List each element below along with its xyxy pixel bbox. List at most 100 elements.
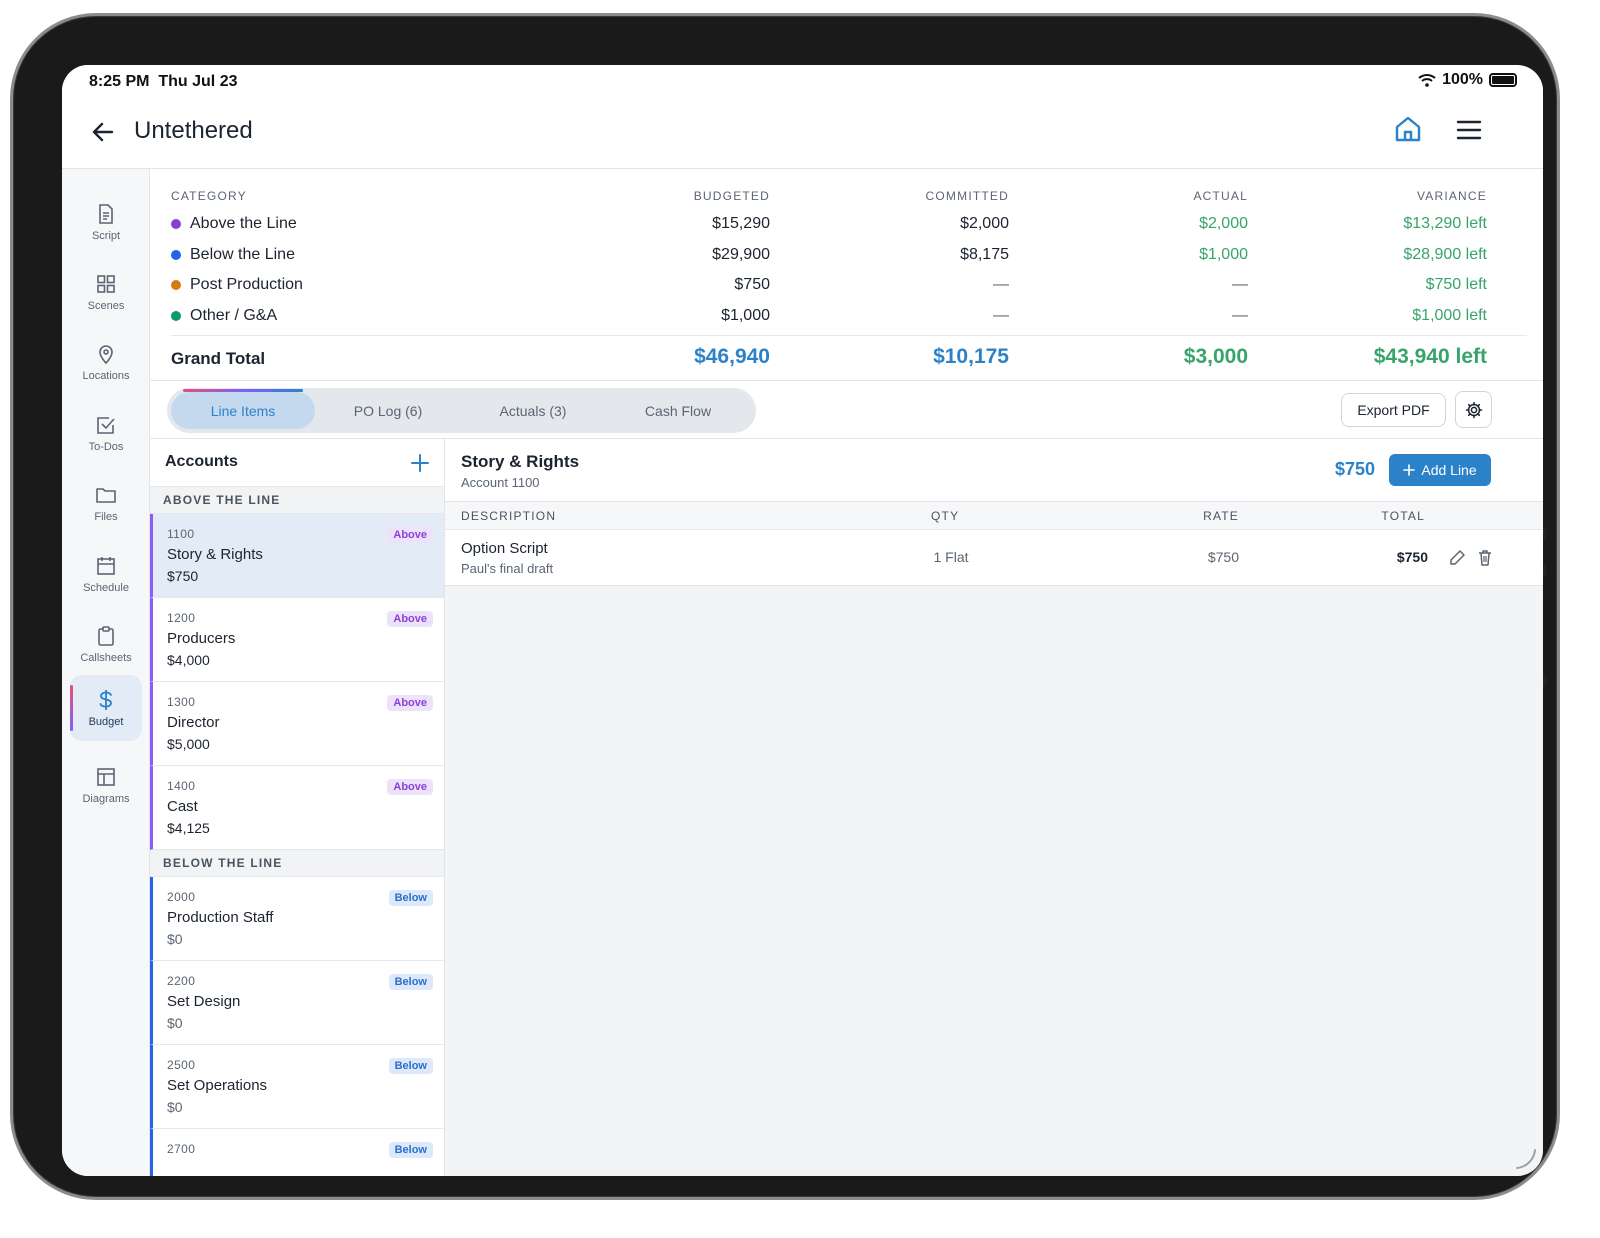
account-item-1400[interactable]: 1400 Cast $4,125 Above [150, 766, 444, 850]
battery-icon [1489, 73, 1517, 87]
line-qty: 1 Flat [933, 549, 969, 565]
status-badge: Above [387, 527, 433, 543]
blue-dot-icon [171, 250, 181, 260]
home-icon[interactable] [1392, 113, 1424, 145]
account-item-1300[interactable]: 1300 Director $5,000 Above [150, 682, 444, 766]
tab-po-log[interactable]: PO Log (6) [316, 392, 460, 429]
committed-value: $2,000 [960, 215, 1009, 232]
status-time: 8:25 PM Thu Jul 23 [89, 73, 238, 90]
add-line-label: Add Line [1421, 462, 1477, 478]
sidebar-item-locations[interactable]: Locations [70, 329, 142, 395]
account-item-2500[interactable]: 2500 Set Operations $0 Below [150, 1045, 444, 1129]
category-row-label: Above the Line [171, 215, 297, 233]
sidebar-item-schedule[interactable]: Schedule [70, 541, 142, 607]
category-row-label: Post Production [171, 276, 303, 294]
folder-icon [96, 487, 116, 503]
column-header-total: TOTAL [1381, 509, 1425, 523]
checkbox-icon [97, 416, 115, 434]
committed-value: — [993, 307, 1009, 324]
table-row[interactable]: Option Script Paul's final draft 1 Flat … [445, 530, 1543, 586]
account-title: Story & Rights [461, 452, 580, 471]
status-indicators: 100% [1418, 71, 1517, 89]
hamburger-menu-icon[interactable] [1454, 115, 1484, 145]
account-subtitle: Account 1100 [461, 475, 540, 490]
variance-value: $750 left [1425, 276, 1487, 293]
sidebar-item-diagrams[interactable]: Diagrams [70, 752, 142, 818]
purple-dot-icon [171, 219, 181, 229]
sidebar-item-callsheets[interactable]: Callsheets [70, 611, 142, 677]
tab-line-items[interactable]: Line Items [171, 389, 315, 429]
tab-cash-flow[interactable]: Cash Flow [606, 392, 750, 429]
pencil-icon[interactable] [1447, 548, 1467, 568]
wifi-icon [1418, 74, 1436, 87]
account-item-1100[interactable]: 1100 Story & Rights $750 Above [150, 514, 444, 598]
sidebar-item-label: Schedule [83, 581, 129, 594]
grand-total-variance: $43,940 left [1373, 345, 1487, 368]
tab-toolbar: Line Items PO Log (6) Actuals (3) Cash F… [150, 381, 1543, 439]
status-badge: Above [387, 695, 433, 711]
grid-icon [97, 274, 115, 293]
account-total: $750 [1334, 459, 1375, 479]
budgeted-value: $750 [734, 276, 770, 293]
account-name: Set Design [167, 993, 241, 1010]
status-badge: Below [388, 974, 433, 990]
sidebar-item-scenes[interactable]: Scenes [70, 259, 142, 325]
sidebar-item-label: Budget [88, 715, 124, 728]
add-line-button[interactable]: Add Line [1389, 454, 1491, 486]
account-item-2000[interactable]: 2000 Production Staff $0 Below [150, 877, 444, 961]
column-header-qty: QTY [931, 509, 960, 523]
account-amount: $5,000 [167, 736, 210, 752]
status-badge: Below [388, 1058, 433, 1074]
column-header-rate: RATE [1203, 509, 1239, 523]
actual-value: — [1232, 307, 1248, 324]
account-item-2200[interactable]: 2200 Set Design $0 Below [150, 961, 444, 1045]
status-badge: Above [387, 779, 433, 795]
clipboard-icon [98, 625, 114, 646]
plus-icon[interactable] [408, 451, 432, 475]
account-code: 1300 [167, 695, 196, 709]
arrow-left-icon[interactable] [88, 117, 118, 147]
sidebar-item-label: Files [94, 510, 118, 523]
status-badge: Below [388, 890, 433, 906]
sidebar-item-budget[interactable]: Budget [70, 675, 142, 741]
variance-value: $28,900 left [1403, 246, 1487, 263]
grand-total-budgeted: $46,940 [694, 345, 770, 368]
orange-dot-icon [171, 280, 181, 290]
variance-value: $13,290 left [1403, 215, 1487, 232]
grand-total-label: Grand Total [171, 349, 266, 368]
account-item-1200[interactable]: 1200 Producers $4,000 Above [150, 598, 444, 682]
account-amount: $0 [167, 931, 183, 947]
account-amount: $4,125 [167, 820, 210, 836]
actual-value: $1,000 [1199, 246, 1248, 263]
account-name: Story & Rights [167, 546, 263, 563]
account-name: Production Staff [167, 909, 274, 926]
export-pdf-button[interactable]: Export PDF [1341, 393, 1446, 427]
layout-icon [97, 767, 115, 786]
divider [171, 335, 1527, 336]
sidebar-item-label: Diagrams [82, 792, 130, 805]
app-header: Untethered [62, 99, 1543, 169]
accounts-panel: Accounts ABOVE THE LINE 1100 Story & Rig… [150, 439, 445, 1176]
budgeted-value: $15,290 [712, 215, 770, 232]
segmented-control: Line Items PO Log (6) Actuals (3) Cash F… [167, 388, 756, 433]
trash-icon[interactable] [1475, 548, 1495, 568]
line-items-panel: Story & Rights Account 1100 $750 Add Lin… [445, 439, 1543, 1176]
account-item-2700[interactable]: 2700 Below [150, 1129, 444, 1176]
sidebar-item-to-dos[interactable]: To-Dos [70, 400, 142, 466]
tab-actuals[interactable]: Actuals (3) [461, 392, 605, 429]
column-header-description: DESCRIPTION [461, 509, 557, 523]
sidebar-item-files[interactable]: Files [70, 470, 142, 536]
settings-button[interactable] [1455, 391, 1492, 428]
sidebar-item-script[interactable]: Script [70, 189, 142, 255]
page-title: Untethered [134, 117, 253, 144]
budget-summary: CATEGORY BUDGETED COMMITTED ACTUAL VARIA… [150, 169, 1543, 381]
account-amount: $0 [167, 1015, 183, 1031]
committed-value: — [993, 276, 1009, 293]
sidebar: Script Scenes Locations To-Dos Files Sch… [62, 169, 150, 1176]
column-header-budgeted: BUDGETED [693, 189, 770, 203]
status-bar: 8:25 PM Thu Jul 23 100% [62, 65, 1543, 99]
account-name: Producers [167, 630, 236, 647]
grand-total-committed: $10,175 [933, 345, 1009, 368]
map-pin-icon [99, 344, 113, 364]
accounts-title: Accounts [165, 453, 238, 470]
